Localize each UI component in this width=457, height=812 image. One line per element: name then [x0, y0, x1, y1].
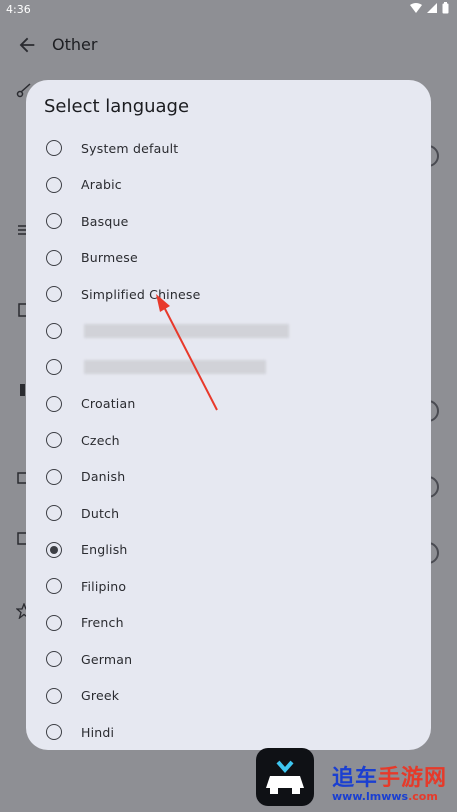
watermark-name: 追车手游网 [332, 760, 447, 792]
language-option[interactable]: Danish [26, 459, 431, 496]
watermark-url-red: .com [408, 790, 438, 803]
status-icons [410, 2, 449, 14]
status-bar: 4:36 [0, 0, 457, 20]
language-option[interactable]: Simplified Chinese [26, 276, 431, 313]
language-label: Croatian [81, 396, 136, 412]
language-option[interactable]: Filipino [26, 568, 431, 605]
radio-unchecked-icon[interactable] [46, 687, 62, 704]
watermark-name-blue: 追车 [332, 766, 379, 791]
dialog-title: Select language [44, 96, 190, 117]
language-label: Arabic [81, 177, 122, 193]
language-list: System default Arabic Basque Burmese Simplif… [26, 130, 431, 750]
radio-unchecked-icon[interactable] [46, 468, 62, 485]
status-time: 4:36 [6, 3, 31, 16]
language-label: System default [81, 140, 179, 156]
language-option[interactable]: Dutch [26, 495, 431, 532]
radio-unchecked-icon[interactable] [46, 286, 62, 303]
battery-icon [442, 2, 449, 14]
language-label: Simplified Chinese [81, 286, 201, 302]
watermark-logo [256, 748, 314, 806]
language-option[interactable]: Hindi [26, 714, 431, 750]
language-option[interactable]: German [26, 641, 431, 678]
radio-unchecked-icon[interactable] [46, 249, 62, 266]
radio-unchecked-icon[interactable] [46, 724, 62, 741]
watermark-name-red: 手游网 [378, 766, 448, 791]
language-label: Dutch [81, 505, 120, 521]
language-option[interactable]: Croatian [26, 386, 431, 423]
radio-unchecked-icon[interactable] [46, 213, 62, 230]
watermark-url-blue: www.lmwws [332, 790, 409, 803]
language-label: Danish [81, 469, 126, 485]
language-option[interactable]: System default [26, 130, 431, 167]
language-label: Burmese [81, 250, 138, 266]
app-bar: Other [0, 24, 457, 68]
language-option[interactable]: Greek [26, 678, 431, 715]
radio-unchecked-icon[interactable] [46, 651, 62, 668]
signal-icon [427, 3, 437, 13]
language-label: Basque [81, 213, 129, 229]
language-label: French [81, 615, 124, 631]
radio-checked-icon[interactable] [46, 541, 62, 558]
language-option[interactable]: French [26, 605, 431, 642]
language-label: Greek [81, 688, 120, 704]
select-language-dialog: Select language System default Arabic Basq… [26, 80, 431, 750]
language-option[interactable]: English [26, 532, 431, 569]
language-label: Czech [81, 432, 120, 448]
watermark-url: www.lmwws.com [332, 790, 438, 803]
redacted-label [84, 360, 266, 375]
radio-unchecked-icon[interactable] [46, 322, 62, 339]
radio-unchecked-icon[interactable] [46, 140, 62, 157]
wifi-icon [410, 3, 422, 13]
radio-unchecked-icon[interactable] [46, 432, 62, 449]
language-label: Hindi [81, 724, 115, 740]
language-option[interactable]: Czech [26, 422, 431, 459]
radio-unchecked-icon[interactable] [46, 505, 62, 522]
language-label: German [81, 651, 133, 667]
redacted-label [84, 323, 289, 338]
radio-unchecked-icon[interactable] [46, 176, 62, 193]
radio-unchecked-icon[interactable] [46, 614, 62, 631]
language-option[interactable] [26, 313, 431, 350]
language-option[interactable]: Arabic [26, 167, 431, 204]
radio-unchecked-icon[interactable] [46, 578, 62, 595]
radio-unchecked-icon[interactable] [46, 359, 62, 376]
page-title: Other [52, 35, 98, 54]
language-label: English [81, 542, 128, 558]
radio-unchecked-icon[interactable] [46, 395, 62, 412]
language-option[interactable] [26, 349, 431, 386]
language-option[interactable]: Burmese [26, 240, 431, 277]
language-label: Filipino [81, 578, 127, 594]
language-option[interactable]: Basque [26, 203, 431, 240]
back-arrow-icon[interactable] [16, 34, 38, 56]
